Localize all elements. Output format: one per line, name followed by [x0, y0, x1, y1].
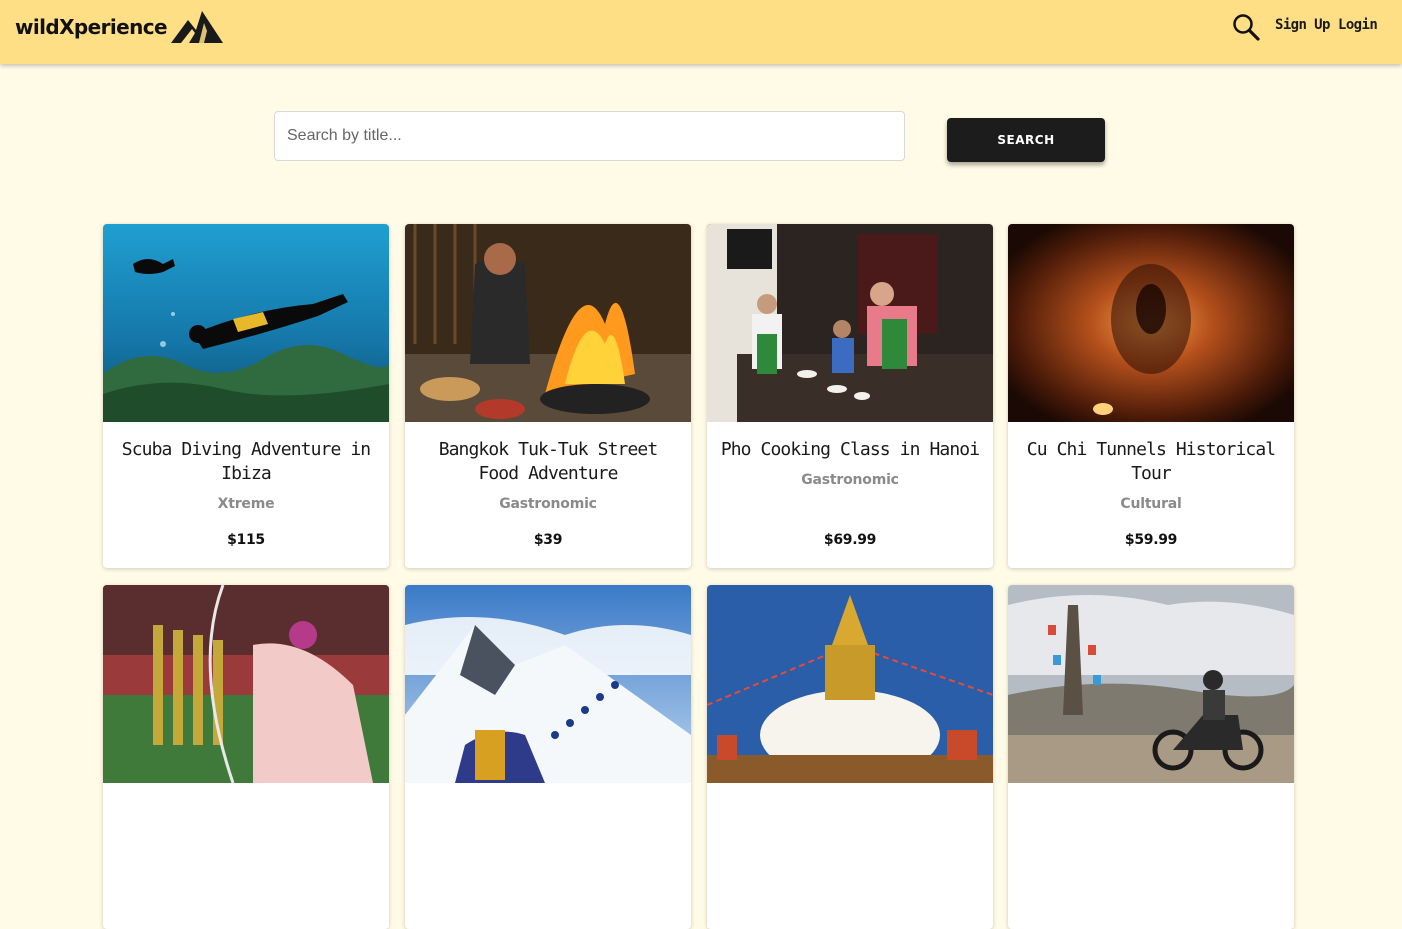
- experience-image-cooking-class: [707, 224, 993, 422]
- experience-title-text: Scuba Diving Adventure in Ibiza: [121, 439, 371, 484]
- login-link[interactable]: Login: [1338, 17, 1378, 33]
- experience-title-text: Pho Cooking Class in Hanoi: [720, 439, 980, 460]
- experience-category: Gastronomic: [801, 472, 899, 488]
- experience-title: Cu Chi Tunnels Historical Tour Cultural: [1018, 438, 1284, 516]
- experience-card[interactable]: [1008, 585, 1294, 929]
- experience-card[interactable]: Scuba Diving Adventure in Ibiza Xtreme $…: [103, 224, 389, 568]
- experience-card[interactable]: [707, 585, 993, 929]
- experience-card[interactable]: Bangkok Tuk-Tuk Street Food Adventure Ga…: [405, 224, 691, 568]
- experience-card[interactable]: [405, 585, 691, 929]
- search-icon[interactable]: [1231, 12, 1261, 42]
- brand-logo-text: wildXperience: [15, 15, 168, 39]
- search-button[interactable]: SEARCH: [947, 118, 1105, 162]
- experience-image-stupa: [707, 585, 993, 783]
- experience-title-text: Bangkok Tuk-Tuk Street Food Adventure: [438, 439, 659, 484]
- experience-image-street-food: [405, 224, 691, 422]
- top-navbar: wildXperience Sign Up Login: [0, 0, 1402, 64]
- experience-card[interactable]: [103, 585, 389, 929]
- experience-image-mountain: [405, 585, 691, 783]
- experience-card[interactable]: Pho Cooking Class in Hanoi Gastronomic $…: [707, 224, 993, 568]
- mountain-icon: [170, 11, 223, 43]
- experience-price: $69.99: [823, 532, 877, 548]
- experience-category: Xtreme: [217, 496, 275, 512]
- experience-price: $59.99: [1124, 532, 1178, 548]
- experience-title: Bangkok Tuk-Tuk Street Food Adventure Ga…: [415, 438, 681, 516]
- brand-logo[interactable]: wildXperience: [15, 10, 223, 44]
- signup-link[interactable]: Sign Up: [1275, 17, 1330, 33]
- experience-title-text: Cu Chi Tunnels Historical Tour: [1026, 439, 1276, 484]
- experience-price: $115: [227, 532, 265, 548]
- experience-title: Pho Cooking Class in Hanoi Gastronomic: [717, 438, 983, 492]
- experience-card[interactable]: Cu Chi Tunnels Historical Tour Cultural …: [1008, 224, 1294, 568]
- experience-image-tunnel: [1008, 224, 1294, 422]
- experience-image-archery: [103, 585, 389, 783]
- experience-category: Cultural: [1120, 496, 1182, 512]
- experience-category: Gastronomic: [499, 496, 597, 512]
- experience-image-motorbike: [1008, 585, 1294, 783]
- search-input[interactable]: [274, 111, 905, 161]
- experience-image-scuba: [103, 224, 389, 422]
- experience-price: $39: [533, 532, 563, 548]
- experience-title: Scuba Diving Adventure in Ibiza Xtreme: [113, 438, 379, 516]
